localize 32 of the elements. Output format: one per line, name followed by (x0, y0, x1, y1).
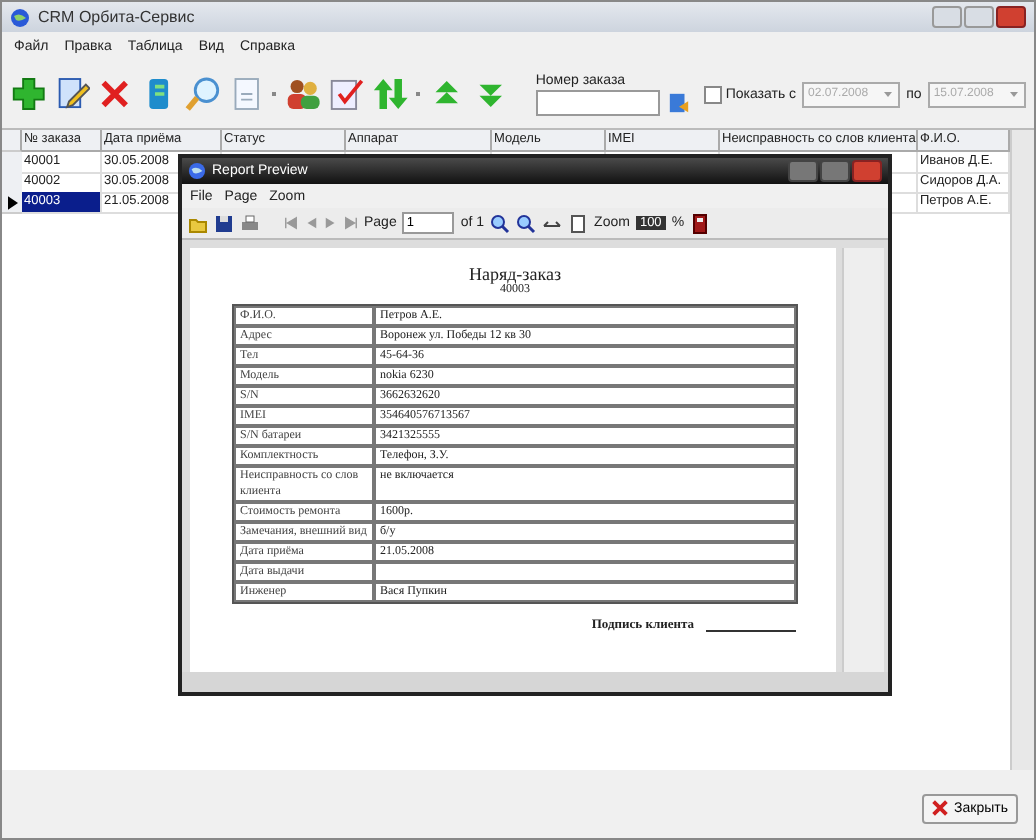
page-icon[interactable] (568, 213, 589, 233)
last-page-icon[interactable] (344, 216, 358, 230)
maximize-button[interactable] (964, 6, 994, 28)
checklist-icon[interactable] (328, 74, 366, 114)
first-page-icon[interactable] (284, 216, 298, 230)
order-number-field[interactable] (535, 89, 660, 115)
minimize-button[interactable] (932, 6, 962, 28)
plus-icon[interactable] (10, 74, 48, 114)
previous-page-icon[interactable] (304, 216, 318, 230)
close-button[interactable] (852, 160, 882, 182)
scrollbar[interactable] (842, 248, 884, 672)
exit-icon[interactable] (690, 213, 711, 233)
save-icon[interactable] (214, 213, 234, 233)
window-title: CRM Орбита-Сервис (38, 8, 195, 26)
caret-icon (1007, 88, 1020, 100)
globe-icon (188, 162, 206, 180)
close-button[interactable] (996, 6, 1026, 28)
globe-icon (10, 7, 30, 27)
printer-icon[interactable] (240, 213, 260, 233)
report-title: Наряд-заказ (468, 264, 562, 284)
zoom-in-icon[interactable] (490, 213, 511, 233)
close-icon (932, 800, 949, 816)
zoom-out-icon[interactable] (516, 213, 537, 233)
edit-icon[interactable] (53, 74, 91, 114)
scrollbar[interactable] (1010, 130, 1034, 770)
maximize-button[interactable] (820, 160, 850, 182)
sort-arrows-icon[interactable] (371, 74, 409, 114)
caret-icon (882, 88, 895, 100)
users-icon[interactable] (284, 74, 323, 114)
minimize-button[interactable] (788, 160, 818, 182)
next-page-icon[interactable] (324, 216, 338, 230)
search-icon[interactable] (183, 74, 222, 114)
